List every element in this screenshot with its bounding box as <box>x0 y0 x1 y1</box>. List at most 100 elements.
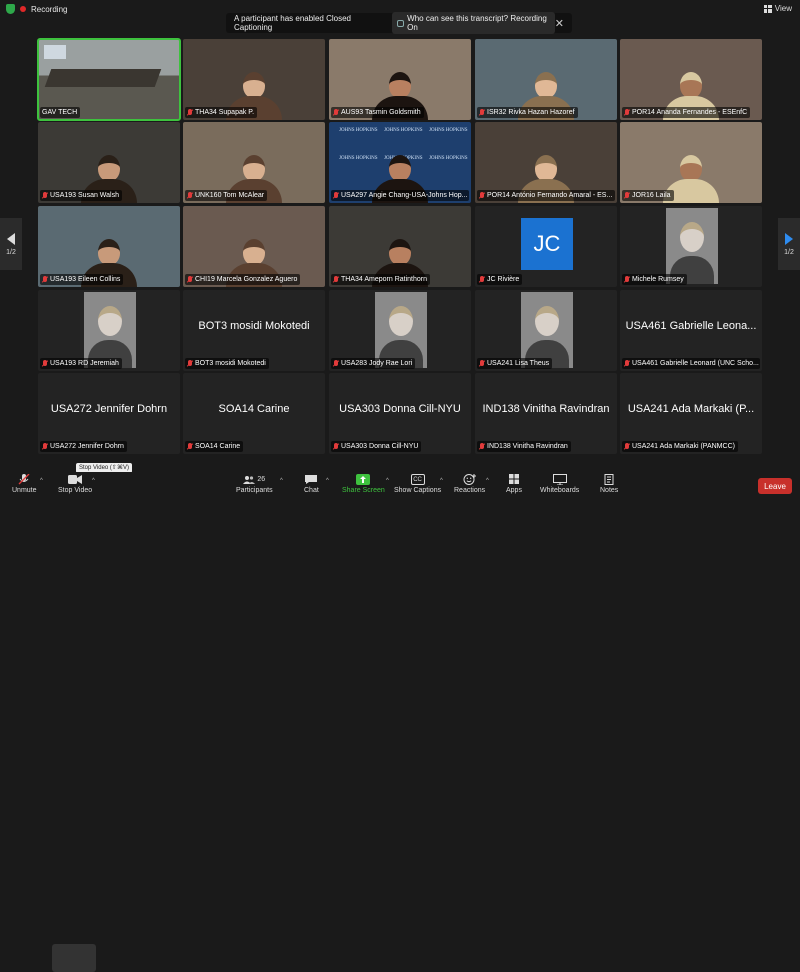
notes-button[interactable]: Notes <box>600 474 618 494</box>
whiteboards-label: Whiteboards <box>540 487 580 494</box>
recording-dot-icon <box>20 6 26 12</box>
participants-icon <box>243 475 256 484</box>
profile-photo <box>666 208 718 284</box>
reactions-button[interactable]: Reactions <box>454 474 485 494</box>
participant-name-label: THA34 Supapak P. <box>185 107 258 118</box>
close-banner-icon[interactable]: ✕ <box>555 17 564 30</box>
participant-tile[interactable]: SOA14 Carine SOA14 Carine <box>183 373 325 454</box>
participant-tile[interactable]: AUS93 Tasmin Goldsmith <box>329 39 471 120</box>
reactions-options-caret[interactable]: ^ <box>486 478 489 484</box>
participant-name: USA241 Lisa Theus <box>487 360 550 367</box>
view-button[interactable]: View <box>763 4 792 13</box>
initials-avatar: JC <box>521 218 573 270</box>
participant-display-name: BOT3 mosidi Mokotedi <box>198 320 310 332</box>
participant-name-label: UNK160 Tom McAlear <box>185 190 268 201</box>
people-icon <box>396 19 405 27</box>
participant-name-label: CHI19 Marcela Gonzalez Aguero <box>185 274 301 285</box>
stop-video-button[interactable]: Stop Video <box>58 474 92 494</box>
participant-name-label: USA272 Jennifer Dohrn <box>40 441 127 452</box>
muted-mic-icon <box>624 359 630 368</box>
stop-video-label: Stop Video <box>58 487 93 494</box>
chat-button[interactable]: Chat <box>304 474 319 494</box>
participant-tile[interactable]: USA193 Susan Walsh <box>38 122 180 203</box>
show-captions-button[interactable]: CC Show Captions <box>394 474 441 494</box>
participant-tile[interactable]: USA303 Donna Cill-NYU USA303 Donna Cill-N… <box>329 373 471 454</box>
leave-button[interactable]: Leave <box>758 478 792 494</box>
participant-tile[interactable]: GAV TECH <box>37 38 181 121</box>
participant-name-label: ISR32 Rivka Hazan Hazoref <box>477 107 578 118</box>
participants-options-caret[interactable]: ^ <box>280 478 283 484</box>
participant-tile[interactable]: USA193 RD Jeremiah <box>38 290 180 371</box>
participant-tile[interactable]: ISR32 Rivka Hazan Hazoref <box>475 39 617 120</box>
participant-tile[interactable]: Michele Rumsey <box>620 206 762 287</box>
participant-tile[interactable]: THA34 Ameporn Ratinthorn <box>329 206 471 287</box>
participant-tile[interactable]: JC JC Rivière <box>475 206 617 287</box>
share-options-caret[interactable]: ^ <box>386 478 389 484</box>
chat-label: Chat <box>304 487 319 494</box>
participants-label: Participants <box>236 487 273 494</box>
participant-tile[interactable]: USA193 Eileen Collins <box>38 206 180 287</box>
audio-options-caret[interactable]: ^ <box>40 478 43 484</box>
participant-name-label: USA297 Angie Chang-USA-Johns Hop... <box>331 190 469 201</box>
muted-mic-icon <box>187 275 193 284</box>
participant-name-label: THA34 Ameporn Ratinthorn <box>331 274 430 285</box>
participant-name: CHI19 Marcela Gonzalez Aguero <box>195 276 298 283</box>
share-screen-button[interactable]: Share Screen <box>342 474 385 494</box>
participant-name: USA193 Susan Walsh <box>50 192 119 199</box>
participant-name: USA241 Ada Markaki (PANMCC) <box>632 443 735 450</box>
transcript-info-link[interactable]: Who can see this transcript? Recording O… <box>391 12 555 34</box>
participant-tile[interactable]: CHI19 Marcela Gonzalez Aguero <box>183 206 325 287</box>
unmute-button[interactable]: Unmute <box>12 474 37 494</box>
participant-tile[interactable]: USA283 Jody Rae Lori <box>329 290 471 371</box>
participant-name-label: USA283 Jody Rae Lori <box>331 358 416 369</box>
video-options-caret[interactable]: ^ <box>92 478 95 484</box>
participant-tile[interactable]: POR14 António Fernando Amaral - ES... <box>475 122 617 203</box>
participant-tile[interactable]: UNK160 Tom McAlear <box>183 122 325 203</box>
whiteboard-icon <box>552 474 567 485</box>
participant-tile[interactable]: POR14 Ananda Fernandes - ESEnfC <box>620 39 762 120</box>
backdrop-logo-text: JOHNS HOPKINS <box>339 128 378 133</box>
transcript-info-label: Who can see this transcript? Recording O… <box>407 14 547 32</box>
apps-button[interactable]: Apps <box>506 474 522 494</box>
captions-options-caret[interactable]: ^ <box>440 478 443 484</box>
participant-tile[interactable]: JOHNS HOPKINS JOHNS HOPKINS JOHNS HOPKINS J… <box>329 122 471 203</box>
participant-name-label: POR14 Ananda Fernandes - ESEnfC <box>622 107 751 118</box>
security-shield-icon[interactable] <box>6 4 15 14</box>
participant-name-label: Michele Rumsey <box>622 274 687 285</box>
recording-indicator[interactable]: Recording <box>6 4 67 14</box>
participant-display-name: IND138 Vinitha Ravindran <box>482 403 610 415</box>
notes-icon <box>604 474 614 485</box>
prev-page-button[interactable]: 1/2 <box>0 218 22 270</box>
participant-name-label: GAV TECH <box>40 107 81 118</box>
chat-options-caret[interactable]: ^ <box>326 478 329 484</box>
muted-mic-icon <box>42 442 48 451</box>
backdrop-logo-text: JOHNS HOPKINS <box>429 156 468 161</box>
page-indicator-right: 1/2 <box>784 248 794 256</box>
muted-mic-icon <box>42 191 48 200</box>
participant-name-label: AUS93 Tasmin Goldsmith <box>331 107 424 118</box>
participant-tile[interactable]: USA241 Ada Markaki (P... USA241 Ada Marka… <box>620 373 762 454</box>
room-screen <box>44 45 66 59</box>
apps-grid-icon <box>508 474 519 484</box>
next-page-button[interactable]: 1/2 <box>778 218 800 270</box>
participant-tile[interactable]: IND138 Vinitha Ravindran IND138 Vinitha R… <box>475 373 617 454</box>
participant-tile[interactable]: USA272 Jennifer Dohrn USA272 Jennifer Doh… <box>38 373 180 454</box>
whiteboards-button[interactable]: Whiteboards <box>540 474 579 494</box>
participant-tile[interactable]: USA461 Gabrielle Leona... USA461 Gabriell… <box>620 290 762 371</box>
participant-tile[interactable]: BOT3 mosidi Mokotedi BOT3 mosidi Mokotedi <box>183 290 325 371</box>
meeting-room-video <box>44 69 162 87</box>
muted-mic-icon <box>187 191 193 200</box>
participant-name: IND138 Vinitha Ravindran <box>487 443 568 450</box>
profile-photo <box>521 292 573 368</box>
participant-name-label: USA193 RD Jeremiah <box>40 358 122 369</box>
participant-name: ISR32 Rivka Hazan Hazoref <box>487 109 575 116</box>
participant-tile[interactable]: JOR16 Laila <box>620 122 762 203</box>
profile-photo <box>375 292 427 368</box>
participant-name: USA303 Donna Cill-NYU <box>341 443 419 450</box>
muted-mic-icon <box>333 442 339 451</box>
participant-tile[interactable]: THA34 Supapak P. <box>183 39 325 120</box>
participants-count: 26 <box>257 476 266 483</box>
participants-button[interactable]: 26 Participants <box>236 474 273 494</box>
participant-tile[interactable]: USA241 Lisa Theus <box>475 290 617 371</box>
participant-name: GAV TECH <box>42 109 78 116</box>
